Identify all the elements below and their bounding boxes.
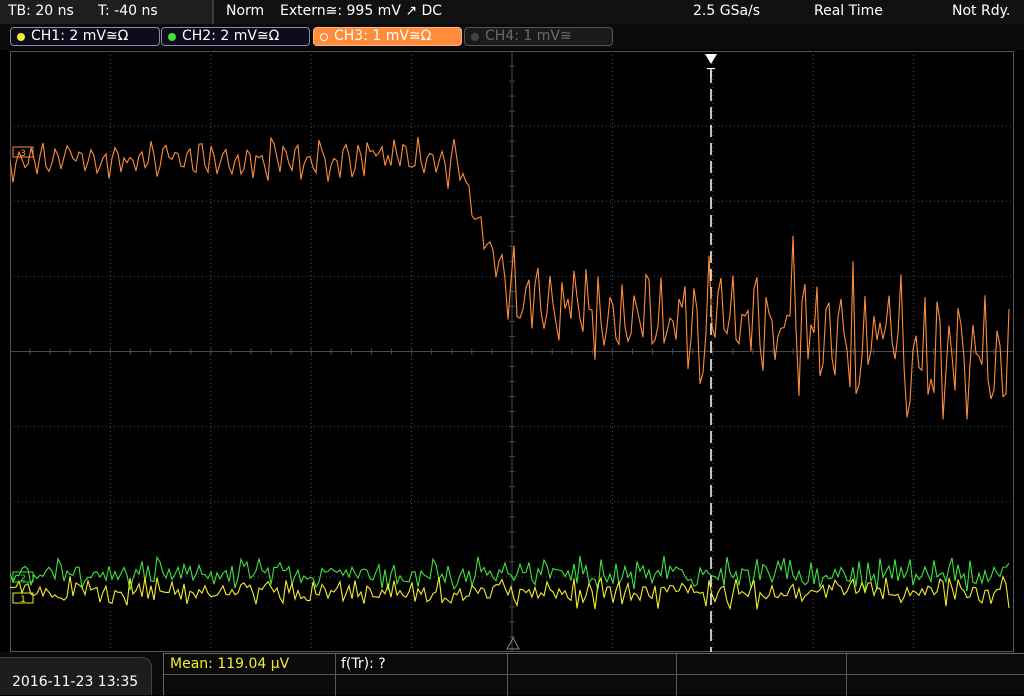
center-marker-icon bbox=[506, 636, 520, 650]
sample-rate[interactable]: 2.5 GSa/s bbox=[693, 3, 760, 19]
channel-tab-ch3[interactable]: CH3: 1 mV≅Ω bbox=[313, 27, 462, 46]
ch1-trace bbox=[10, 574, 1010, 611]
ch2-label: CH2: 2 mV≅Ω bbox=[182, 28, 280, 44]
measurement-column-divider bbox=[507, 654, 508, 696]
acquisition-status: Not Rdy. bbox=[952, 3, 1011, 19]
ch3-marker-label: 3 bbox=[20, 149, 26, 159]
ch2-marker-label: 2 bbox=[20, 574, 26, 584]
channel-tab-ch1[interactable]: CH1: 2 mV≅Ω bbox=[10, 27, 160, 46]
rise-time-measurement[interactable]: f(Tr): ? bbox=[341, 656, 386, 672]
measurement-column-divider bbox=[335, 654, 336, 696]
measurement-column-divider bbox=[676, 654, 677, 696]
trigger-position-arrow-icon[interactable] bbox=[705, 54, 717, 64]
measurement-table[interactable]: Mean: 119.04 µV f(Tr): ? bbox=[163, 653, 1024, 696]
ch3-trace bbox=[10, 136, 1010, 420]
timebase-readout[interactable]: TB: 20 ns bbox=[8, 3, 74, 19]
ch1-indicator-icon bbox=[17, 33, 25, 41]
ch3-indicator-icon bbox=[320, 33, 328, 41]
datetime-readout: 2016-11-23 13:35 bbox=[12, 674, 139, 690]
measurement-column-divider bbox=[846, 654, 847, 696]
ch1-label: CH1: 2 mV≅Ω bbox=[31, 28, 129, 44]
mean-measurement[interactable]: Mean: 119.04 µV bbox=[170, 656, 289, 672]
datetime-panel[interactable]: 2016-11-23 13:35 bbox=[0, 657, 152, 695]
trigger-marker-label: T bbox=[706, 67, 715, 82]
channel-tab-ch2[interactable]: CH2: 2 mV≅Ω bbox=[161, 27, 310, 46]
channel-tab-ch4[interactable]: CH4: 1 mV≅ bbox=[464, 27, 613, 46]
trigger-source[interactable]: Extern≅: 995 mV ↗ DC bbox=[280, 3, 442, 19]
channel-bar: CH1: 2 mV≅Ω CH2: 2 mV≅Ω CH3: 1 mV≅Ω CH4:… bbox=[0, 24, 1024, 50]
trigger-time-readout[interactable]: T: -40 ns bbox=[98, 3, 158, 19]
waveform-display[interactable]: T 3 2 1 bbox=[10, 51, 1014, 652]
ch2-indicator-icon bbox=[168, 33, 176, 41]
ch4-indicator-icon bbox=[471, 33, 479, 41]
graticule bbox=[10, 51, 1014, 652]
measurement-row-divider bbox=[164, 674, 1024, 675]
trigger-mode[interactable]: Norm bbox=[226, 3, 264, 19]
ch1-marker-label: 1 bbox=[20, 595, 26, 605]
ch3-label: CH3: 1 mV≅Ω bbox=[334, 28, 432, 44]
ch1-ground-marker[interactable]: 1 bbox=[12, 592, 34, 605]
acquisition-mode[interactable]: Real Time bbox=[814, 3, 883, 19]
top-status-bar: TB: 20 ns T: -40 ns Norm Extern≅: 995 mV… bbox=[0, 0, 1024, 24]
timebase-panel[interactable]: TB: 20 ns T: -40 ns bbox=[0, 0, 214, 24]
ch4-label: CH4: 1 mV≅ bbox=[485, 28, 572, 44]
ch2-trace bbox=[10, 555, 1010, 592]
